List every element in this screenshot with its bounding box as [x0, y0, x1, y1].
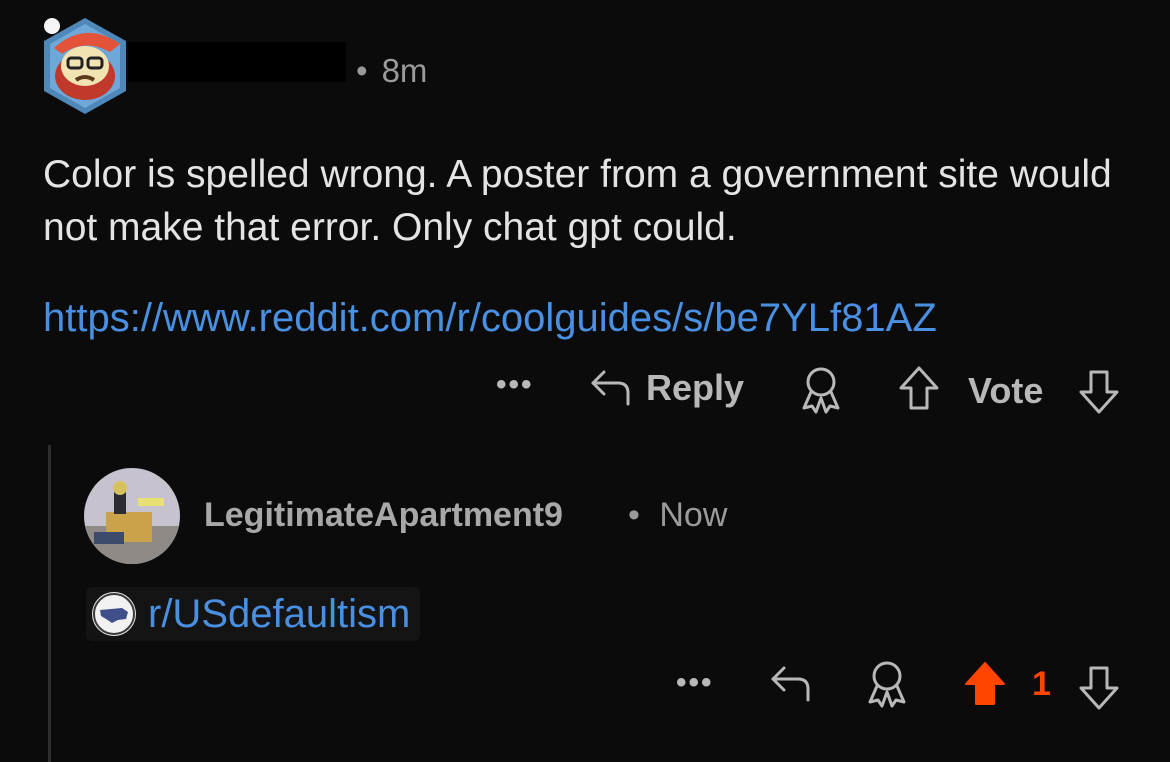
user-avatar[interactable] [40, 14, 130, 118]
meta-separator: • [356, 52, 368, 89]
reply-reply-button[interactable] [768, 662, 814, 706]
comment-body: Color is spelled wrong. A poster from a … [43, 153, 1112, 249]
downvote-arrow-icon [1079, 370, 1119, 414]
us-map-icon [93, 593, 135, 635]
vote-score: 1 [1032, 665, 1051, 703]
reply-username[interactable]: LegitimateApartment9 [204, 496, 563, 535]
upvote-arrow-icon [899, 366, 939, 410]
comment-meta: • 8m [356, 52, 427, 90]
thread-line[interactable] [48, 445, 51, 762]
reply-upvote-button[interactable] [962, 660, 1008, 713]
award-icon [802, 367, 840, 414]
reply-meta-separator: • [628, 496, 640, 534]
reply-downvote-button[interactable] [1076, 662, 1122, 712]
reply-time: Now [659, 496, 728, 534]
award-button[interactable] [796, 364, 846, 416]
subreddit-link-chip[interactable]: r/USdefaultism [86, 587, 421, 641]
reply-arrow-icon [771, 666, 810, 702]
subreddit-icon [92, 592, 136, 636]
comment-time: 8m [381, 52, 428, 89]
award-icon [868, 661, 906, 708]
redacted-username [128, 42, 346, 82]
more-options-button[interactable]: ••• [496, 368, 534, 402]
reply-meta: • Now [628, 496, 727, 535]
reply-button[interactable]: Reply [588, 366, 744, 410]
downvote-arrow-icon [1079, 666, 1119, 710]
reply-avatar[interactable] [84, 468, 180, 564]
comment-link[interactable]: https://www.reddit.com/r/coolguides/s/be… [43, 296, 937, 341]
reply-avatar-image-icon [84, 468, 180, 564]
downvote-button[interactable] [1076, 366, 1122, 416]
vote-label: Vote [968, 370, 1044, 411]
reply-arrow-icon [591, 370, 630, 406]
snoo-avatar-icon [44, 18, 126, 114]
upvote-active-icon [965, 662, 1005, 705]
reply-more-options-button[interactable]: ••• [676, 666, 714, 700]
upvote-button[interactable] [896, 364, 942, 414]
reply-label: Reply [646, 367, 745, 408]
subreddit-link[interactable]: r/USdefaultism [148, 592, 410, 637]
reply-award-button[interactable] [862, 658, 912, 710]
